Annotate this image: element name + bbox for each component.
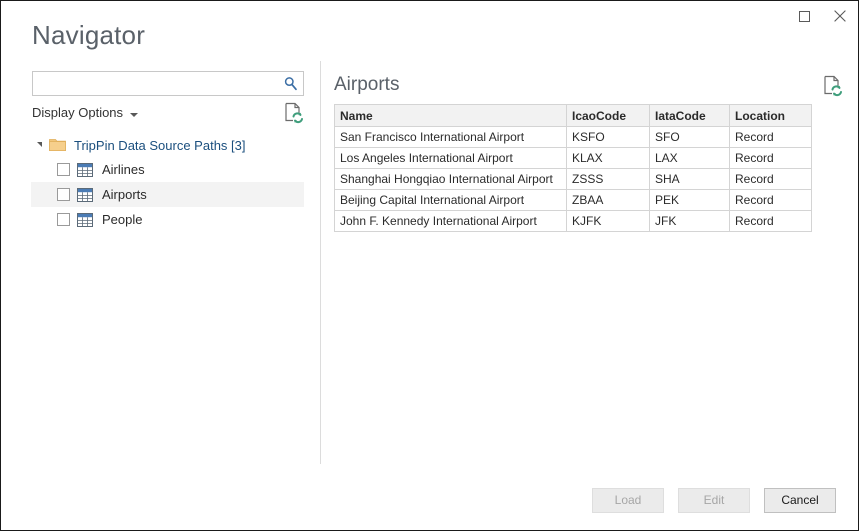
cell-name: John F. Kennedy International Airport [334, 210, 567, 232]
tree-item-label: People [102, 212, 143, 227]
navigator-dialog: Navigator Display Options TripPin Data S… [0, 0, 859, 531]
tree-item-people[interactable]: People [1, 207, 320, 232]
search-box[interactable] [32, 71, 304, 96]
column-header-iatacode[interactable]: IataCode [649, 104, 730, 127]
display-options-label: Display Options [32, 105, 124, 120]
edit-button[interactable]: Edit [678, 488, 750, 513]
display-options-dropdown[interactable]: Display Options [32, 103, 139, 123]
tree-item-label: Airlines [102, 162, 145, 177]
cell-icaocode: KLAX [566, 147, 650, 169]
checkbox-airports[interactable] [57, 188, 70, 201]
table-row: Los Angeles International Airport KLAX L… [334, 147, 812, 169]
cell-name: Los Angeles International Airport [334, 147, 567, 169]
cell-iatacode: SHA [649, 168, 730, 190]
cell-name: San Francisco International Airport [334, 126, 567, 148]
refresh-preview-icon-left[interactable] [284, 102, 304, 124]
cell-icaocode: KJFK [566, 210, 650, 232]
preview-pane: Airports Name IcaoCode IataCode Location [321, 61, 858, 464]
folder-icon [49, 138, 66, 152]
load-button[interactable]: Load [592, 488, 664, 513]
cell-location: Record [729, 210, 812, 232]
table-row: Beijing Capital International Airport ZB… [334, 189, 812, 211]
cell-location: Record [729, 168, 812, 190]
table-row: Shanghai Hongqiao International Airport … [334, 168, 812, 190]
page-title: Navigator [32, 20, 146, 50]
checkbox-people[interactable] [57, 213, 70, 226]
cell-iatacode: PEK [649, 189, 730, 211]
close-icon [834, 10, 846, 22]
cell-name: Shanghai Hongqiao International Airport [334, 168, 567, 190]
column-header-location[interactable]: Location [729, 104, 812, 127]
chevron-down-icon [130, 112, 139, 117]
column-header-name[interactable]: Name [334, 104, 567, 127]
search-icon[interactable] [277, 72, 303, 95]
column-header-icaocode[interactable]: IcaoCode [566, 104, 650, 127]
expander-collapse-icon[interactable] [32, 138, 46, 152]
table-row: San Francisco International Airport KSFO… [334, 126, 812, 148]
cell-iatacode: SFO [649, 126, 730, 148]
cell-iatacode: JFK [649, 210, 730, 232]
tree-item-airlines[interactable]: Airlines [1, 157, 320, 182]
footer-button-group: Load Edit Cancel [592, 488, 836, 513]
table-icon [77, 212, 93, 227]
tree-item-airports[interactable]: Airports [1, 182, 320, 207]
cancel-button[interactable]: Cancel [764, 488, 836, 513]
display-options-row: Display Options [32, 102, 304, 124]
table-header-row: Name IcaoCode IataCode Location [334, 104, 812, 127]
left-pane: Display Options TripPin Data Source Path… [1, 61, 320, 464]
search-input[interactable] [33, 73, 277, 94]
maximize-icon [798, 10, 810, 22]
cell-location: Record [729, 147, 812, 169]
refresh-preview-icon-right[interactable] [823, 75, 843, 97]
cell-icaocode: KSFO [566, 126, 650, 148]
window-controls [786, 1, 858, 31]
preview-table: Name IcaoCode IataCode Location San Fran… [334, 104, 812, 232]
maximize-button[interactable] [786, 1, 822, 31]
cell-location: Record [729, 189, 812, 211]
title-bar: Navigator [1, 1, 858, 61]
table-icon [77, 162, 93, 177]
table-row: John F. Kennedy International Airport KJ… [334, 210, 812, 232]
close-button[interactable] [822, 1, 858, 31]
tree-item-label: Airports [102, 187, 147, 202]
navigation-tree: TripPin Data Source Paths [3] Airlines A… [1, 133, 320, 232]
cell-name: Beijing Capital International Airport [334, 189, 567, 211]
table-icon [77, 187, 93, 202]
tree-root-label: TripPin Data Source Paths [3] [74, 137, 246, 153]
checkbox-airlines[interactable] [57, 163, 70, 176]
cell-icaocode: ZBAA [566, 189, 650, 211]
tree-root-node[interactable]: TripPin Data Source Paths [3] [1, 133, 320, 157]
dialog-footer: Load Edit Cancel [1, 464, 858, 530]
cell-icaocode: ZSSS [566, 168, 650, 190]
cell-location: Record [729, 126, 812, 148]
preview-title: Airports [334, 74, 400, 95]
cell-iatacode: LAX [649, 147, 730, 169]
